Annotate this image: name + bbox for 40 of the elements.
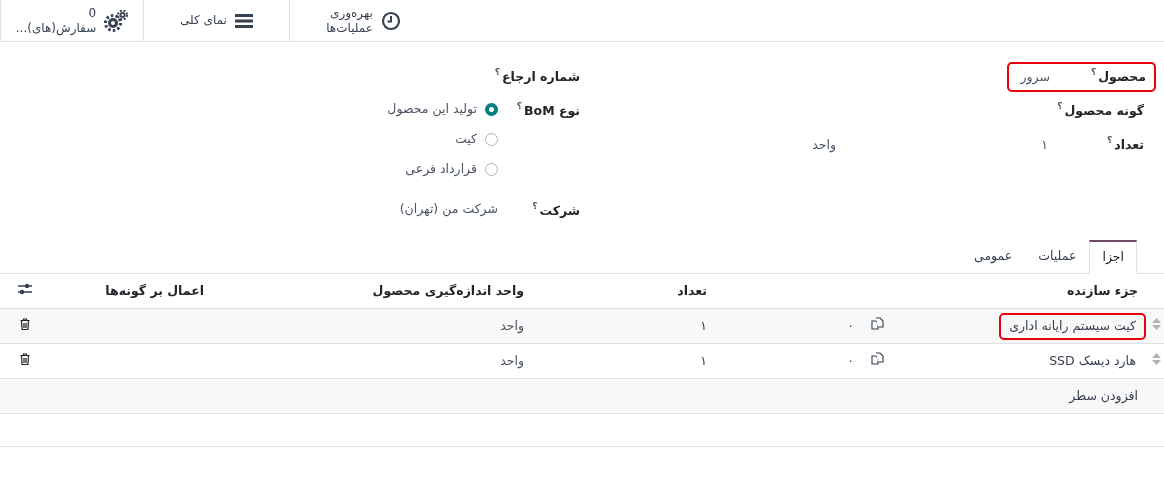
column-header: اعمال بر گونه‌ها <box>105 282 204 298</box>
tab[interactable]: اجزا <box>1089 240 1137 274</box>
table-cell: ۱ <box>700 352 707 368</box>
table-cell: ۰ <box>847 352 854 368</box>
field-label: محصول $^{؟}$ <box>1091 66 1146 86</box>
drag-handle-icon[interactable] <box>1151 352 1161 365</box>
gears-icon <box>104 9 129 32</box>
delete-icon[interactable] <box>20 352 30 365</box>
column-header: تعداد <box>677 282 707 298</box>
radio-option[interactable]: تولید این محصول <box>387 94 498 124</box>
field-value[interactable]: سرور <box>1020 67 1050 87</box>
delete-icon[interactable] <box>20 317 30 330</box>
table-cell: ۱ <box>700 317 707 333</box>
field-value[interactable]: شرکت من (تهران) <box>399 200 498 219</box>
clock-icon <box>380 10 401 31</box>
radio-option[interactable]: کیت <box>387 124 498 154</box>
field-label: شماره ارجاع $^{؟}$ <box>494 66 580 86</box>
field-label: تعداد $^{؟}$ <box>1107 134 1144 154</box>
field-label: نوع BoM $^{؟}$ <box>516 100 580 120</box>
table-cell: واحد <box>500 317 524 333</box>
field-label: گونه محصول $^{؟}$ <box>1057 100 1144 120</box>
unit-value: واحد <box>812 135 836 155</box>
table-cell[interactable]: هارد دیسک SSD <box>1039 347 1146 375</box>
column-header: جزء سازنده <box>1067 282 1138 298</box>
radio-button[interactable] <box>485 102 498 116</box>
settings-icon[interactable] <box>18 282 32 295</box>
menu-icon <box>234 12 253 29</box>
add-line-link[interactable]: افزودن سطر <box>1069 387 1138 403</box>
tab[interactable]: عملیات <box>1025 240 1090 273</box>
copy-icon[interactable] <box>871 351 884 365</box>
copy-icon[interactable] <box>871 316 884 330</box>
tab[interactable]: عمومی <box>961 240 1026 273</box>
column-header: واحد اندازه‌گیری محصول <box>372 282 524 298</box>
table-cell: ۰ <box>847 317 854 333</box>
drag-handle-icon[interactable] <box>1151 317 1161 330</box>
radio-option[interactable]: قرارداد فرعی <box>387 154 498 184</box>
table-cell[interactable]: کیت سیستم رایانه اداری <box>999 312 1146 340</box>
field-value[interactable]: ۱ <box>838 135 1048 155</box>
table-cell: واحد <box>500 352 524 368</box>
field-label: شرکت $^{؟}$ <box>532 200 580 220</box>
